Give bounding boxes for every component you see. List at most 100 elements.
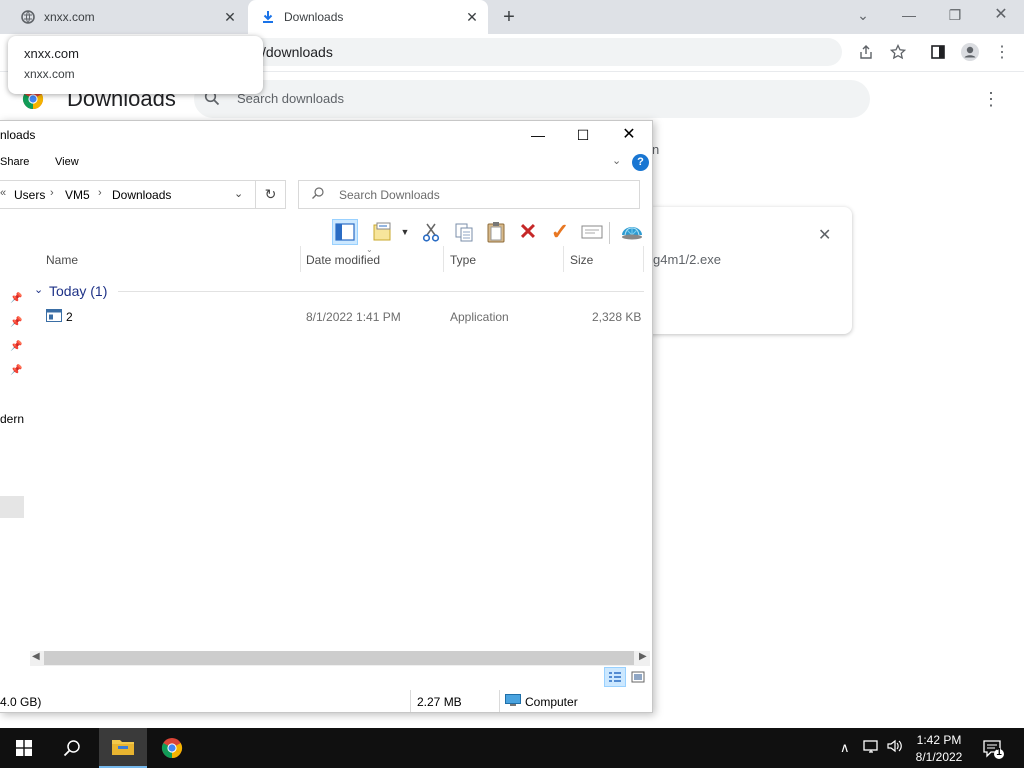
tab-downloads[interactable]: Downloads ✕ <box>248 0 488 34</box>
column-divider[interactable] <box>443 246 444 272</box>
explorer-search-placeholder: Search Downloads <box>339 188 440 202</box>
heading-fragment: n <box>652 142 660 157</box>
explorer-maximize-button[interactable]: ☐ <box>560 124 606 146</box>
notification-badge: 1 <box>996 747 1002 758</box>
column-header-date[interactable]: Date modified <box>306 253 380 267</box>
bookmark-star-icon[interactable] <box>888 42 908 62</box>
breadcrumb-downloads[interactable]: Downloads <box>112 188 171 202</box>
column-divider[interactable] <box>643 246 644 272</box>
chrome-menu-icon[interactable]: ⋮ <box>992 42 1012 62</box>
explorer-title: nloads <box>0 128 36 142</box>
rename-check-icon[interactable]: ✓ <box>547 219 573 245</box>
address-history-dropdown-icon[interactable]: ⌄ <box>234 187 243 200</box>
address-text: /downloads <box>262 44 333 60</box>
search-icon <box>63 740 80 757</box>
new-item-icon[interactable] <box>579 219 605 245</box>
column-divider[interactable] <box>300 246 301 272</box>
ribbon-tab-share[interactable]: Share <box>0 156 29 168</box>
scrollbar-thumb[interactable] <box>44 651 634 665</box>
start-button[interactable] <box>0 728 48 768</box>
network-icon[interactable] <box>862 739 880 758</box>
pin-icon[interactable]: 📌 <box>10 365 22 377</box>
taskbar-chrome[interactable] <box>148 728 196 768</box>
search-icon <box>311 186 325 203</box>
shell-globe-icon[interactable] <box>619 219 645 245</box>
download-icon <box>260 9 276 25</box>
paste-clipboard-icon[interactable] <box>483 219 509 245</box>
group-header-today[interactable]: Today (1) <box>49 283 107 299</box>
ribbon-tab-view[interactable]: View <box>55 156 79 168</box>
close-window-button[interactable]: ✕ <box>988 4 1014 26</box>
pin-icon[interactable]: 📌 <box>10 293 22 305</box>
show-hidden-icons-icon[interactable]: ∧ <box>840 740 850 756</box>
hover-card-title: xnxx.com <box>24 46 79 61</box>
column-header-name[interactable]: Name <box>46 253 78 267</box>
remove-download-icon[interactable]: ✕ <box>818 225 831 245</box>
file-type: Application <box>450 310 509 324</box>
breadcrumb-separator-icon: › <box>98 187 102 199</box>
file-size: 2,328 KB <box>592 310 642 324</box>
more-actions-icon[interactable]: ⋮ <box>982 90 1000 110</box>
scroll-right-arrow-icon[interactable]: ▶ <box>639 651 647 662</box>
delete-icon[interactable]: ✕ <box>515 219 541 245</box>
column-header-type[interactable]: Type <box>450 253 476 267</box>
volume-icon[interactable] <box>886 738 904 757</box>
help-icon[interactable]: ? <box>632 154 649 171</box>
application-file-icon <box>46 309 62 322</box>
status-free-space: 4.0 GB) <box>0 695 42 709</box>
explorer-minimize-button[interactable]: — <box>515 124 561 146</box>
new-tab-button[interactable]: + <box>498 6 520 28</box>
profile-avatar-icon[interactable] <box>960 42 980 62</box>
status-location: Computer <box>525 695 578 709</box>
breadcrumb-users[interactable]: Users <box>14 188 45 202</box>
close-tab-icon[interactable]: ✕ <box>464 9 480 25</box>
cut-scissors-icon[interactable] <box>418 219 444 245</box>
folder-icon <box>112 740 134 755</box>
scroll-left-arrow-icon[interactable]: ◀ <box>32 651 40 662</box>
breadcrumb-separator-icon: › <box>50 187 54 199</box>
preview-pane-icon[interactable] <box>332 219 358 245</box>
details-view-icon[interactable] <box>604 667 626 687</box>
pin-icon[interactable]: 📌 <box>10 341 22 353</box>
copy-icon[interactable] <box>451 219 477 245</box>
breadcrumb-vm5[interactable]: VM5 <box>65 188 90 202</box>
explorer-close-button[interactable]: ✕ <box>606 124 652 146</box>
nav-item-selected[interactable] <box>0 496 24 518</box>
properties-icon[interactable] <box>370 219 396 245</box>
nav-item-fragment[interactable]: dern <box>0 412 24 426</box>
tab-hover-card: xnxx.com xnxx.com <box>8 36 263 94</box>
hover-card-domain: xnxx.com <box>24 67 75 81</box>
file-date: 8/1/2022 1:41 PM <box>306 310 401 324</box>
ribbon-expand-icon[interactable]: ⌄ <box>612 154 621 167</box>
large-icons-view-icon[interactable] <box>629 667 647 687</box>
chrome-icon <box>161 738 183 759</box>
close-tab-icon[interactable]: ✕ <box>222 9 238 25</box>
taskbar-file-explorer[interactable] <box>99 728 147 768</box>
clock-time[interactable]: 1:42 PM <box>916 733 962 747</box>
group-divider <box>118 291 644 292</box>
restore-button[interactable]: ❐ <box>942 4 968 26</box>
clock-date[interactable]: 8/1/2022 <box>912 750 966 764</box>
file-name[interactable]: 2 <box>66 310 73 324</box>
tab-xnxx[interactable]: xnxx.com ✕ <box>8 0 246 34</box>
status-selected-size: 2.27 MB <box>417 695 462 709</box>
group-collapse-icon[interactable]: ⌄ <box>34 283 43 296</box>
globe-icon <box>20 9 36 25</box>
computer-icon <box>505 694 521 707</box>
tab-title: xnxx.com <box>44 10 95 24</box>
minimize-button[interactable]: — <box>896 4 922 26</box>
download-url[interactable]: g4m1/2.exe <box>653 252 721 267</box>
windows-logo-icon <box>16 740 32 756</box>
properties-dropdown-icon[interactable]: ▼ <box>398 219 412 245</box>
pin-icon[interactable]: 📌 <box>10 317 22 329</box>
toolbar-divider <box>609 222 610 244</box>
column-header-size[interactable]: Size <box>570 253 593 267</box>
share-icon[interactable] <box>856 42 876 62</box>
breadcrumb-overflow-icon[interactable]: « <box>0 187 6 199</box>
column-divider[interactable] <box>563 246 564 272</box>
tab-search-icon[interactable]: ⌄ <box>850 4 876 26</box>
taskbar-search-button[interactable] <box>48 728 96 768</box>
tab-title: Downloads <box>284 10 344 24</box>
side-panel-icon[interactable] <box>928 42 948 62</box>
refresh-icon[interactable]: ↻ <box>256 180 286 209</box>
